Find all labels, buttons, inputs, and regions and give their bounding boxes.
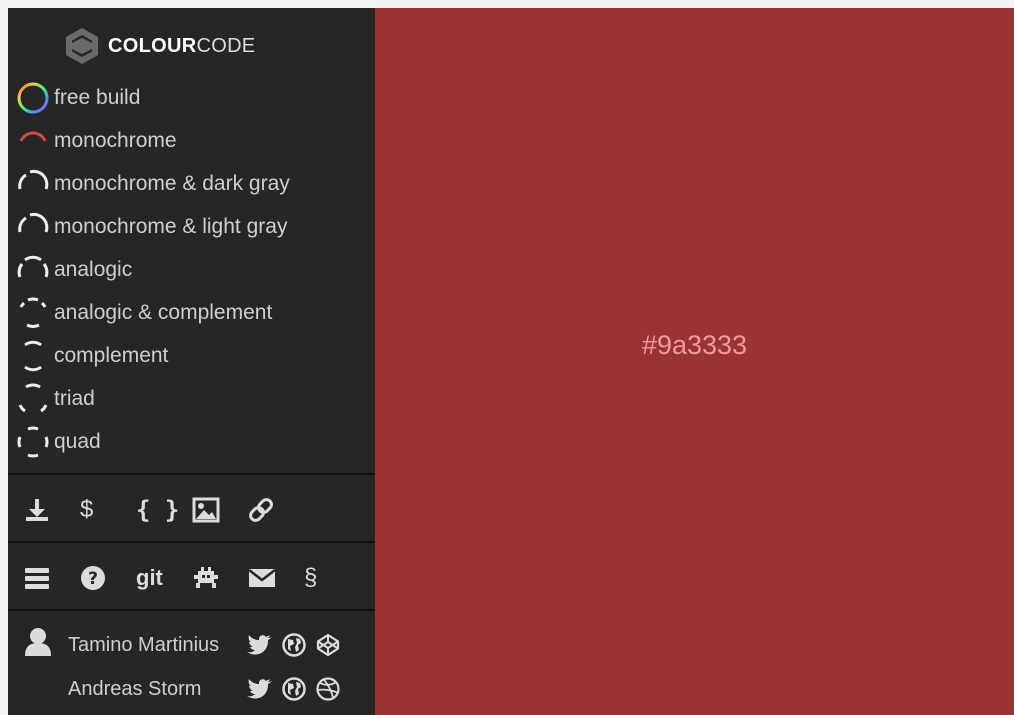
complement-icon: [24, 340, 42, 371]
monochrome-light-gray-icon: [18, 212, 49, 233]
credits: Tamino Martinius Andreas Storm: [8, 623, 375, 711]
info-toolbar: ? git §: [8, 545, 375, 611]
code-button[interactable]: { }: [136, 490, 192, 530]
dribbble-link[interactable]: [314, 675, 342, 703]
divider: [8, 541, 375, 543]
mode-label: free build: [54, 85, 141, 109]
twitter-link[interactable]: [246, 631, 274, 659]
mode-label: triad: [54, 386, 95, 410]
globe-icon: [282, 633, 306, 657]
svg-text:?: ?: [88, 569, 98, 589]
help-icon: ?: [81, 566, 105, 590]
mode-analogic[interactable]: analogic: [8, 248, 375, 291]
dribbble-icon: [316, 677, 340, 701]
download-button[interactable]: [24, 490, 80, 530]
help-button[interactable]: ?: [80, 558, 136, 598]
monochrome-dark-gray-icon: [18, 169, 49, 190]
credit-row: Andreas Storm: [8, 667, 375, 711]
social-links: [246, 631, 342, 659]
divider: [8, 609, 375, 611]
app-root: COLOURCODE free build monochrome monochr…: [8, 8, 1014, 715]
credit-row: Tamino Martinius: [8, 623, 375, 667]
user-icon: [25, 628, 51, 656]
sidebar: COLOURCODE free build monochrome monochr…: [8, 8, 375, 715]
legal-button[interactable]: §: [304, 558, 360, 598]
twitter-link[interactable]: [246, 675, 274, 703]
mode-label: complement: [54, 343, 169, 367]
mode-complement[interactable]: complement: [8, 334, 375, 377]
codepen-icon: [316, 633, 340, 657]
dollar-button[interactable]: $: [80, 490, 136, 530]
code-braces-icon: { }: [136, 496, 180, 524]
mode-label: analogic & complement: [54, 300, 273, 324]
quad-icon: [17, 426, 49, 457]
mode-label: monochrome & light gray: [54, 214, 288, 238]
link-icon: [249, 498, 273, 522]
app-logo[interactable]: COLOURCODE: [64, 26, 255, 66]
mode-triad[interactable]: triad: [8, 377, 375, 420]
git-icon: git: [136, 565, 163, 590]
brand-bold: COLOUR: [108, 34, 197, 57]
codepen-link[interactable]: [314, 631, 342, 659]
divider: [8, 473, 375, 475]
menu-icon: [25, 568, 49, 589]
mail-button[interactable]: [248, 558, 304, 598]
mode-label: monochrome & dark gray: [54, 171, 290, 195]
mode-quad[interactable]: quad: [8, 420, 375, 463]
mode-monochrome-light-gray[interactable]: monochrome & light gray: [8, 205, 375, 248]
color-hex-label[interactable]: #9a3333: [375, 330, 1014, 361]
brand-light: CODE: [196, 34, 256, 57]
link-button[interactable]: [248, 490, 304, 530]
image-button[interactable]: [192, 490, 248, 530]
export-toolbar: $ { }: [8, 477, 375, 543]
monochrome-icon: [19, 131, 47, 142]
menu-button[interactable]: [24, 558, 80, 598]
analogic-complement-icon: [19, 297, 47, 328]
dollar-icon: $: [80, 496, 94, 523]
mode-label: quad: [54, 429, 101, 453]
social-links: [246, 675, 342, 703]
mode-monochrome[interactable]: monochrome: [8, 119, 375, 162]
author-name[interactable]: Andreas Storm: [68, 678, 201, 701]
git-button[interactable]: git: [136, 558, 192, 598]
twitter-icon: [247, 679, 272, 699]
mode-monochrome-dark-gray[interactable]: monochrome & dark gray: [8, 162, 375, 205]
color-canvas[interactable]: #9a3333: [375, 8, 1014, 715]
mail-icon: [248, 569, 276, 587]
color-wheel-icon: [17, 82, 49, 113]
bug-icon: [194, 567, 218, 588]
section-icon: §: [304, 564, 318, 591]
website-link[interactable]: [280, 631, 308, 659]
download-icon: [26, 499, 48, 521]
brand-name: COLOURCODE: [108, 35, 255, 58]
analogic-icon: [17, 255, 49, 278]
mode-list: free build monochrome monochrome & dark …: [8, 76, 375, 463]
author-name[interactable]: Tamino Martinius: [68, 634, 219, 657]
image-icon: [192, 497, 220, 523]
mode-analogic-complement[interactable]: analogic & complement: [8, 291, 375, 334]
globe-icon: [282, 677, 306, 701]
bug-button[interactable]: [192, 558, 248, 598]
twitter-icon: [247, 635, 272, 655]
logo-icon: [66, 28, 98, 64]
mode-label: monochrome: [54, 128, 177, 152]
triad-icon: [18, 383, 48, 412]
mode-free-build[interactable]: free build: [8, 76, 375, 119]
website-link[interactable]: [280, 675, 308, 703]
mode-label: analogic: [54, 257, 133, 281]
